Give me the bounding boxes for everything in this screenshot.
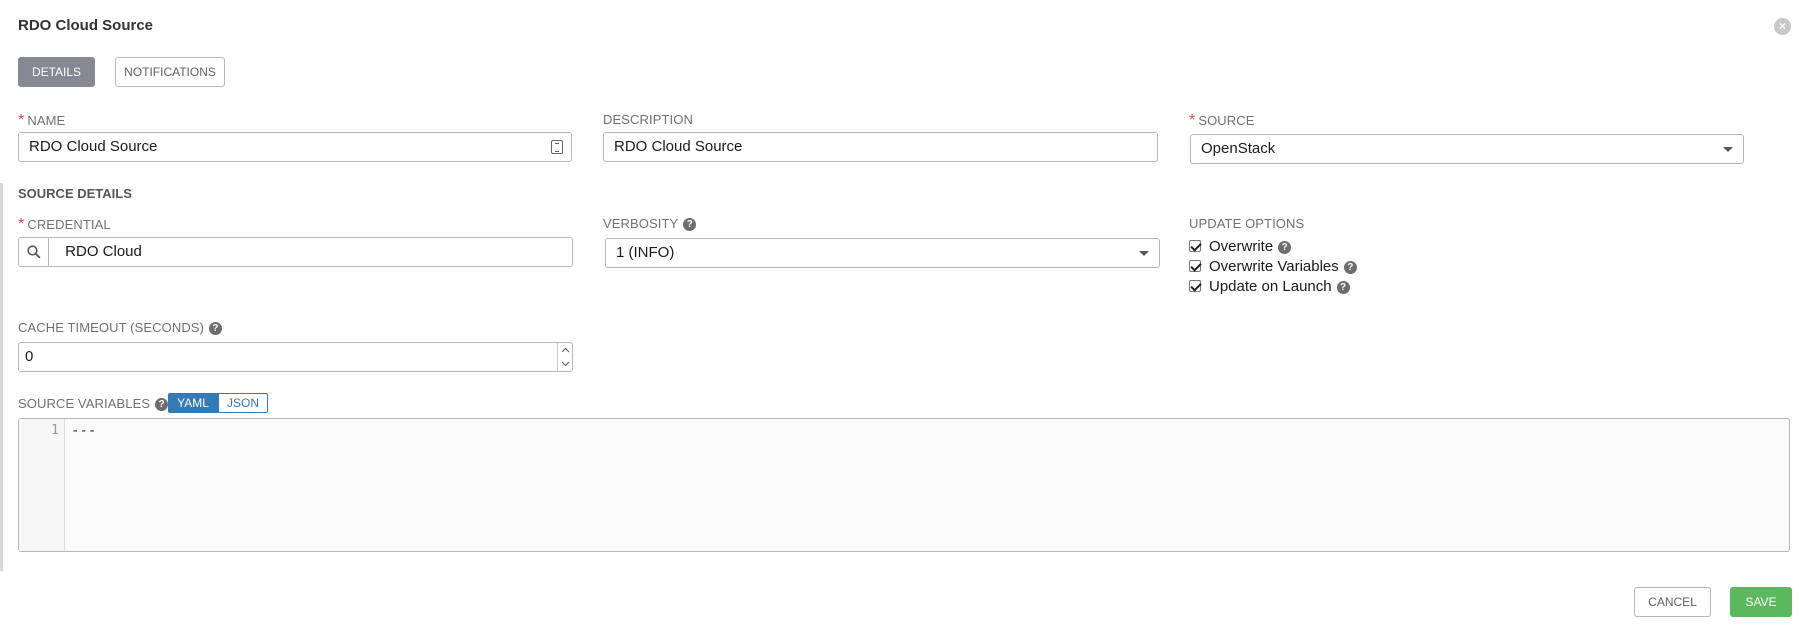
cache-timeout-label: CACHE TIMEOUT (SECONDS)? — [18, 320, 223, 336]
code-editor[interactable]: 1 --- — [18, 418, 1790, 552]
help-icon[interactable]: ? — [209, 322, 223, 336]
help-icon[interactable]: ? — [155, 398, 169, 412]
update-on-launch-option[interactable]: Update on Launch? — [1189, 277, 1350, 297]
help-icon[interactable]: ? — [1343, 260, 1357, 274]
description-input[interactable]: RDO Cloud Source — [603, 132, 1158, 162]
form-title: RDO Cloud Source — [18, 17, 154, 34]
credential-lookup[interactable]: RDO Cloud — [18, 237, 573, 267]
name-label: * NAME — [18, 112, 66, 129]
required-asterisk: * — [1189, 112, 1196, 129]
clipboard-icon[interactable] — [551, 140, 563, 154]
cancel-button[interactable]: CANCEL — [1634, 587, 1711, 617]
overwrite-checkbox[interactable] — [1189, 240, 1201, 252]
cache-timeout-input[interactable]: 0 — [18, 342, 573, 372]
update-on-launch-checkbox[interactable] — [1189, 280, 1201, 292]
description-label: DESCRIPTION — [603, 112, 693, 127]
help-icon[interactable]: ? — [683, 218, 697, 232]
section-indicator — [0, 183, 3, 571]
update-options-label: UPDATE OPTIONS — [1189, 216, 1305, 231]
credential-value: RDO Cloud — [65, 243, 142, 260]
credential-label: * CREDENTIAL — [18, 216, 111, 233]
line-number: 1 — [51, 423, 59, 438]
code-content[interactable]: --- — [71, 423, 96, 439]
help-icon[interactable]: ? — [1278, 240, 1292, 254]
chevron-down-icon — [1723, 147, 1733, 152]
section-title: SOURCE DETAILS — [18, 186, 132, 201]
number-stepper[interactable] — [557, 343, 572, 371]
source-label: * SOURCE — [1189, 112, 1255, 129]
help-icon[interactable]: ? — [1336, 280, 1350, 294]
verbosity-select[interactable]: 1 (INFO) — [605, 238, 1160, 268]
tab-notifications[interactable]: NOTIFICATIONS — [115, 57, 225, 87]
required-asterisk: * — [18, 216, 25, 233]
close-icon[interactable]: × — [1774, 18, 1791, 35]
verbosity-label: VERBOSITY? — [603, 216, 697, 232]
yaml-toggle[interactable]: YAML — [168, 393, 218, 413]
line-number-gutter: 1 — [19, 419, 65, 551]
chevron-down-icon — [1139, 251, 1149, 256]
source-variables-label: SOURCE VARIABLES? — [18, 396, 169, 412]
tab-details[interactable]: DETAILS — [18, 57, 95, 87]
overwrite-option[interactable]: Overwrite? — [1189, 237, 1292, 257]
save-button[interactable]: SAVE — [1730, 587, 1792, 617]
json-toggle[interactable]: JSON — [218, 393, 268, 413]
source-select[interactable]: OpenStack — [1190, 134, 1744, 164]
name-input[interactable]: RDO Cloud Source — [18, 132, 572, 162]
required-asterisk: * — [18, 112, 25, 129]
search-icon[interactable] — [19, 238, 49, 266]
overwrite-variables-checkbox[interactable] — [1189, 260, 1201, 272]
overwrite-variables-option[interactable]: Overwrite Variables? — [1189, 257, 1357, 277]
